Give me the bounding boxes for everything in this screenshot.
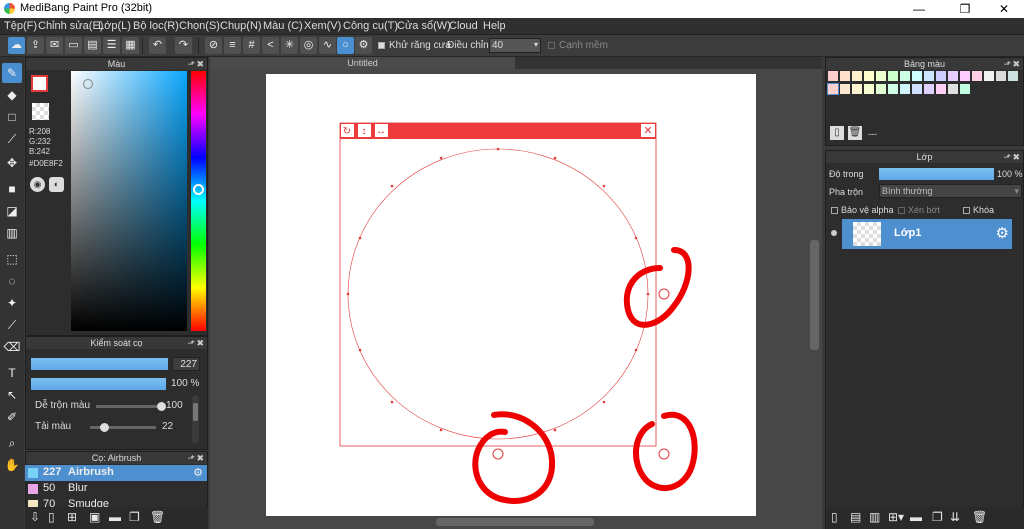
palette-swatch[interactable] (840, 84, 850, 94)
folder-icon[interactable]: ▬ (910, 510, 922, 524)
palette-swatch[interactable] (924, 71, 934, 81)
palette-swatch[interactable] (900, 71, 910, 81)
lock-label: Khóa (973, 205, 995, 215)
svg-text:↻: ↻ (343, 126, 351, 137)
svg-text:↔: ↔ (376, 126, 386, 137)
layer-panel-title: Lớp ⬏ ✖ (826, 151, 1023, 163)
svg-text:✕: ✕ (643, 125, 652, 137)
palette-swatch[interactable] (900, 84, 910, 94)
palette-swatch[interactable] (936, 84, 946, 94)
palette-swatch[interactable] (864, 84, 874, 94)
svg-text:↕: ↕ (362, 126, 367, 137)
palette-swatch[interactable] (888, 71, 898, 81)
palette-swatch[interactable] (827, 83, 839, 95)
layer-panel: Lớp ⬏ ✖ Độ trong 100 % Pha trộn Bình thườ… (825, 150, 1024, 529)
layer-blend-select[interactable]: Bình thường ▾ (879, 184, 1022, 198)
add-layer-menu-icon[interactable]: ⊞▾ (888, 510, 904, 524)
palette-swatch[interactable] (852, 71, 862, 81)
corner-handle[interactable] (658, 448, 670, 460)
layer-item-lop1[interactable]: Lớp1 ⚙ (842, 219, 1012, 249)
trash-icon[interactable]: 🗑 (972, 510, 987, 524)
visibility-eye-icon[interactable] (831, 230, 837, 236)
palette-swatch[interactable] (864, 71, 874, 81)
ellipse-guide-bounds (339, 122, 657, 447)
palette-swatch[interactable] (960, 84, 970, 94)
red-annotation-stroke (472, 411, 556, 504)
panel-close-icon: ✖ (1012, 59, 1020, 69)
palette-panel: Bảng màu ⬏ ✖ ▯ 🗑 --- (825, 57, 1024, 146)
layer-footer: ▯ ▤ ▥ ⊞▾ ▬ ❐ ⇊ 🗑 (826, 507, 1024, 529)
palette-swatch[interactable] (888, 84, 898, 94)
layer-opacity-value: 100 % (997, 169, 1023, 179)
gear-icon[interactable]: ⚙ (996, 224, 1009, 242)
palette-swatch[interactable] (924, 84, 934, 94)
layer-thumbnail (853, 222, 881, 246)
palette-swatch[interactable] (912, 84, 922, 94)
palette-swatch[interactable] (876, 71, 886, 81)
palette-name: --- (868, 129, 877, 139)
palette-swatch[interactable] (840, 71, 850, 81)
lock-checkbox[interactable] (963, 207, 970, 214)
palette-swatch[interactable] (960, 71, 970, 81)
new-palette-icon[interactable]: ▯ (830, 126, 844, 140)
layer-opacity-label: Độ trong (829, 169, 864, 179)
palette-swatch[interactable] (972, 71, 982, 81)
palette-swatch[interactable] (876, 84, 886, 94)
clip-checkbox[interactable] (898, 207, 905, 214)
protect-alpha-checkbox[interactable] (831, 207, 838, 214)
panel-close-icon: ✖ (1012, 152, 1020, 162)
width-handle[interactable] (658, 288, 670, 300)
layer-opacity-bar[interactable] (879, 168, 994, 180)
palette-swatch[interactable] (852, 84, 862, 94)
new-layer-icon[interactable]: ▯ (831, 510, 838, 524)
red-annotation-stroke (623, 247, 692, 328)
palette-swatch[interactable] (948, 84, 958, 94)
ellipse-guide (347, 148, 649, 440)
palette-swatch[interactable] (936, 71, 946, 81)
delete-palette-icon[interactable]: 🗑 (848, 126, 862, 140)
layer-name: Lớp1 (894, 227, 922, 239)
duplicate-icon[interactable]: ❐ (932, 510, 943, 524)
palette-swatch[interactable] (828, 71, 838, 81)
chevron-down-icon: ▾ (1014, 186, 1019, 196)
palette-swatch[interactable] (1008, 71, 1018, 81)
panel-float-icon: ⬏ (1003, 152, 1011, 162)
palette-swatch[interactable] (984, 71, 994, 81)
panel-float-icon: ⬏ (1003, 59, 1011, 69)
palette-swatch[interactable] (912, 71, 922, 81)
height-handle[interactable] (492, 448, 504, 460)
palette-swatch[interactable] (996, 71, 1006, 81)
new-halftone-layer-icon[interactable]: ▤ (850, 510, 861, 524)
protect-alpha-label: Bảo vệ alpha (841, 205, 894, 215)
new-1bit-layer-icon[interactable]: ▥ (869, 510, 880, 524)
layer-blend-label: Pha trộn (829, 187, 864, 197)
clip-label: Xén bớt (908, 205, 940, 215)
merge-layer-icon[interactable]: ⇊ (950, 510, 960, 524)
palette-swatch[interactable] (948, 71, 958, 81)
layer-blend-value: Bình thường (882, 186, 933, 196)
palette-panel-title: Bảng màu ⬏ ✖ (826, 58, 1023, 70)
